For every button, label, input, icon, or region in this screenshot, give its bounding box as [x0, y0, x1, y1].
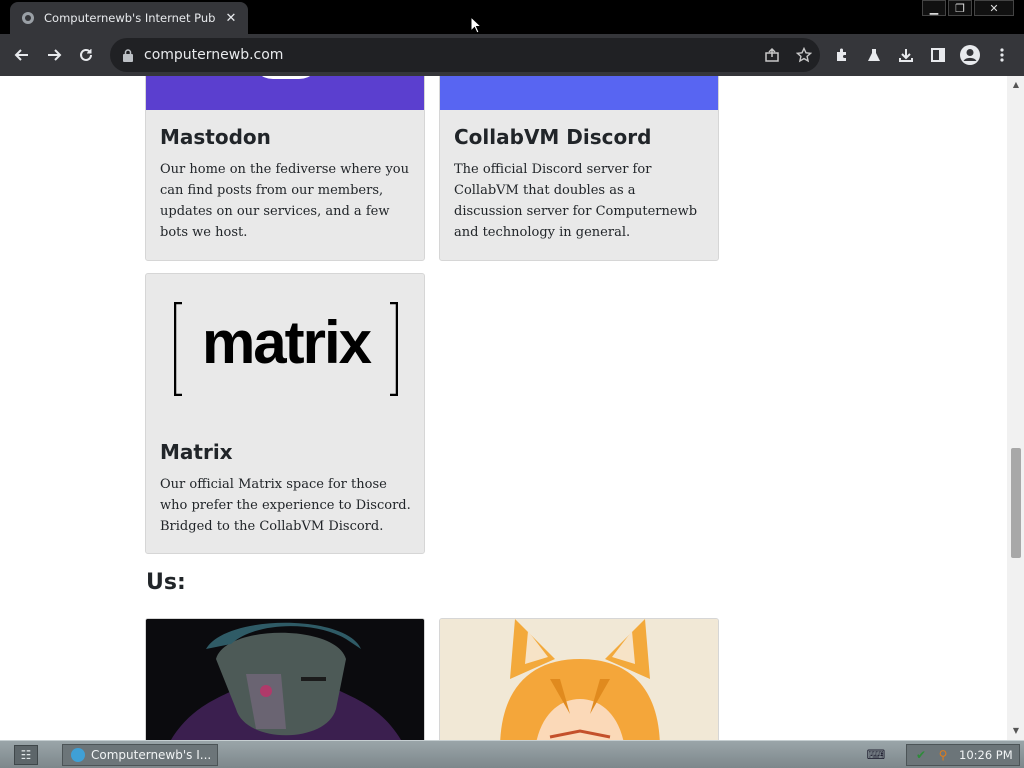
window-controls: ▁ ❐ ✕ [920, 0, 1014, 18]
extensions-puzzle-icon[interactable] [826, 39, 858, 71]
member-card[interactable] [439, 618, 719, 740]
card-text: The official Discord server for CollabVM… [454, 162, 698, 240]
browser-tab[interactable]: Computernewb's Internet Pub ✕ [10, 2, 248, 34]
bookmark-star-icon[interactable] [788, 39, 820, 71]
address-bar[interactable]: computernewb.com [110, 38, 820, 72]
clock: 10:26 PM [959, 748, 1013, 762]
card-title: Matrix [160, 440, 233, 464]
profile-avatar-icon[interactable] [954, 39, 986, 71]
os-taskbar: ☷ Computernewb's I... ⌨ ✔ ⚲ 10:26 PM [0, 740, 1024, 768]
scroll-down-arrow-icon[interactable]: ▼ [1011, 726, 1021, 736]
matrix-logo: matrix [174, 302, 398, 396]
taskbar-window-item[interactable]: Computernewb's I... [62, 744, 218, 766]
lock-icon [122, 48, 134, 62]
start-menu-button[interactable]: ☷ [14, 745, 38, 765]
browser-toolbar: computernewb.com [0, 34, 1024, 76]
menu-kebab-icon[interactable] [986, 39, 1018, 71]
mastodon-banner [146, 76, 424, 110]
card-text: Our home on the fediverse where you can … [160, 162, 409, 240]
side-panel-icon[interactable] [922, 39, 954, 71]
section-heading: Us: [146, 570, 186, 595]
share-icon[interactable] [756, 39, 788, 71]
url-text[interactable]: computernewb.com [144, 47, 756, 63]
minimize-button[interactable]: ▁ [922, 0, 946, 16]
member-card[interactable] [145, 618, 425, 740]
back-arrow-icon[interactable] [6, 39, 38, 71]
browser-icon [71, 748, 85, 762]
card-text: Our official Matrix space for those who … [160, 477, 411, 534]
close-window-button[interactable]: ✕ [974, 0, 1014, 16]
collabvm-discord-card[interactable]: CollabVM Discord The official Discord se… [439, 76, 719, 261]
page-scrollbar[interactable]: ▲ ▼ [1007, 76, 1024, 740]
reload-icon[interactable] [70, 39, 102, 71]
matrix-card[interactable]: matrix Matrix Our official Matrix space … [145, 273, 425, 554]
toolbar-actions [826, 39, 1018, 71]
network-check-icon[interactable]: ✔ [913, 747, 929, 763]
mouse-cursor-icon [470, 16, 482, 34]
close-tab-icon[interactable]: ✕ [220, 7, 242, 29]
member-avatar-cyborg [146, 619, 424, 740]
task-label: Computernewb's I... [91, 748, 212, 762]
mastodon-card[interactable]: Mastodon Our home on the fediverse where… [145, 76, 425, 261]
download-icon[interactable] [890, 39, 922, 71]
page-viewport: Mastodon Our home on the fediverse where… [0, 76, 1024, 740]
restore-button[interactable]: ❐ [948, 0, 972, 16]
system-tray: ✔ ⚲ 10:26 PM [906, 744, 1020, 766]
scrollbar-thumb[interactable] [1011, 448, 1021, 558]
browser-titlebar: Computernewb's Internet Pub ✕ ▁ ❐ ✕ [0, 0, 1024, 34]
matrix-logo-text: matrix [201, 309, 372, 376]
discord-banner [440, 76, 718, 110]
search-icon[interactable]: ⚲ [935, 747, 951, 763]
scroll-up-arrow-icon[interactable]: ▲ [1011, 80, 1021, 90]
card-title: Mastodon [160, 125, 271, 149]
site-favicon-icon [20, 10, 36, 26]
keyboard-icon[interactable]: ⌨ [866, 747, 886, 763]
labs-flask-icon[interactable] [858, 39, 890, 71]
tab-title: Computernewb's Internet Pub [44, 11, 216, 25]
card-title: CollabVM Discord [454, 125, 652, 149]
member-avatar-fox [440, 619, 718, 740]
forward-arrow-icon[interactable] [38, 39, 70, 71]
